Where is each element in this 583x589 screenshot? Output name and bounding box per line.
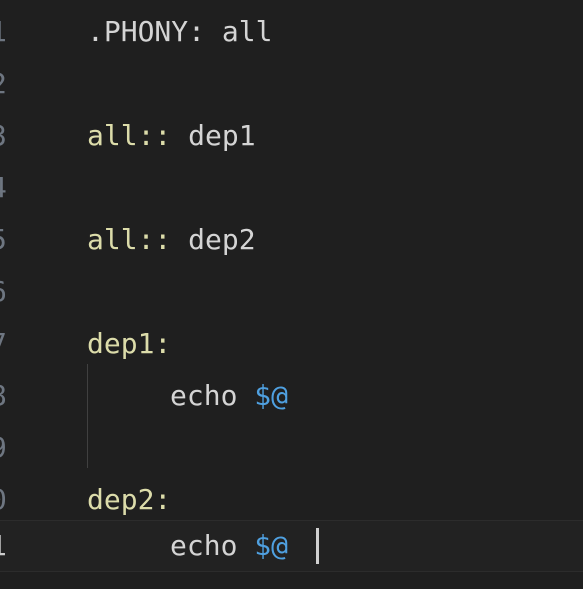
line-number: 9: [0, 422, 30, 474]
line-text: .PHONY: all: [87, 6, 272, 58]
make-target: dep1:: [87, 327, 172, 360]
line-number: 6: [0, 266, 30, 318]
line-number: 1: [0, 6, 30, 58]
code-text: echo: [170, 379, 255, 412]
line-text: dep1:: [87, 318, 171, 370]
make-target: dep2:: [87, 483, 172, 516]
make-target: all::: [87, 119, 172, 152]
code-line-6[interactable]: 6: [0, 266, 583, 318]
line-number: 2: [0, 58, 30, 110]
code-line-4[interactable]: 4: [0, 162, 583, 214]
code-line-9[interactable]: 9: [0, 422, 583, 474]
line-number: 7: [0, 318, 30, 370]
line-number: 5: [0, 214, 30, 266]
code-line-1[interactable]: 1 .PHONY: all: [0, 6, 583, 58]
line-text: dep2:: [87, 474, 171, 526]
line-number: 8: [0, 370, 30, 422]
code-line-2[interactable]: 2: [0, 58, 583, 110]
text-cursor: [316, 528, 319, 564]
code-line-8[interactable]: 8 echo $@: [0, 370, 583, 422]
code-line-3[interactable]: 3 all:: dep1: [0, 110, 583, 162]
code-text: echo: [170, 529, 255, 562]
code-editor[interactable]: 1 .PHONY: all 2 3 all:: dep1 4 5 all:: d…: [0, 0, 583, 589]
line-text: all:: dep2: [87, 214, 256, 266]
line-number: 0: [0, 474, 30, 526]
code-line-11-current[interactable]: 1 echo $@: [0, 520, 583, 572]
code-text: .PHONY: all: [87, 15, 273, 48]
code-text: dep2: [171, 223, 256, 256]
line-text: echo $@: [170, 370, 288, 422]
make-target: all::: [87, 223, 172, 256]
code-line-10[interactable]: 0 dep2:: [0, 474, 583, 526]
line-number: 1: [0, 520, 30, 572]
code-line-5[interactable]: 5 all:: dep2: [0, 214, 583, 266]
line-text: echo $@: [170, 520, 288, 572]
line-text: all:: dep1: [87, 110, 256, 162]
code-line-7[interactable]: 7 dep1:: [0, 318, 583, 370]
line-number: 3: [0, 110, 30, 162]
code-text: dep1: [171, 119, 256, 152]
line-number: 4: [0, 162, 30, 214]
automatic-variable: $@: [254, 379, 289, 412]
automatic-variable: $@: [254, 529, 289, 562]
